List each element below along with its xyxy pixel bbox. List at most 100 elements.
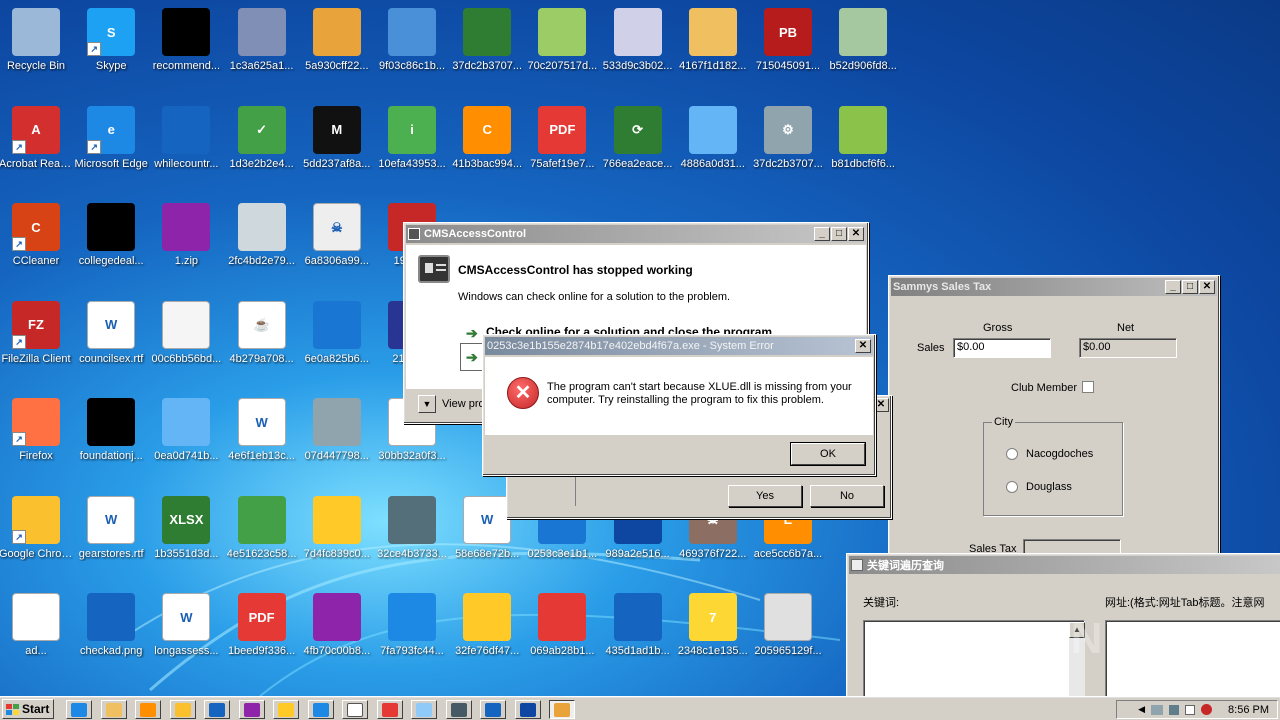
error-titlebar[interactable]: 0253c3e1b155e2874b17e402ebd4f67a.exe - S…	[485, 337, 873, 355]
taskbar-button[interactable]	[549, 700, 575, 719]
desktop-icon[interactable]: 4167f1d182...	[675, 2, 751, 94]
taskbar-button[interactable]	[514, 700, 541, 719]
tray-network-icon[interactable]	[1151, 704, 1164, 715]
desktop-icon[interactable]: e ↗ Microsoft Edge	[73, 100, 149, 192]
club-member-checkbox[interactable]	[1082, 381, 1094, 393]
desktop-icon[interactable]: 9f03c86c1b...	[374, 2, 450, 94]
taskbar-button[interactable]	[273, 700, 299, 719]
desktop-icon[interactable]: 069ab28b1...	[524, 587, 600, 679]
close-button[interactable]: ✕	[848, 227, 864, 241]
no-button[interactable]: No	[810, 485, 884, 507]
taskbar-button[interactable]	[66, 700, 92, 719]
desktop-icon[interactable]: ↗ Firefox	[0, 392, 74, 484]
desktop-icon[interactable]: 7d4fc839c0...	[299, 490, 375, 582]
taskbar-button[interactable]	[307, 700, 334, 719]
desktop-icon[interactable]: 6e0a825b6...	[299, 295, 375, 387]
maximize-button[interactable]: □	[1182, 280, 1198, 294]
desktop-icon[interactable]: b81dbcf6f6...	[825, 100, 901, 192]
desktop-icon[interactable]: 4e51623c58...	[224, 490, 300, 582]
desktop-icon[interactable]: FZ ↗ FileZilla Client	[0, 295, 74, 387]
desktop-icon[interactable]: 70c207517d...	[524, 2, 600, 94]
clock[interactable]: 8:56 PM	[1228, 704, 1269, 716]
desktop-icon[interactable]: 0ea0d741b...	[148, 392, 224, 484]
minimize-button[interactable]: _	[814, 227, 830, 241]
taskbar-button[interactable]	[411, 700, 437, 719]
desktop-icon[interactable]: Wlongassess...	[148, 587, 224, 679]
radio-douglass[interactable]	[1006, 481, 1018, 493]
desktop-icon[interactable]: i 10efa43953...	[374, 100, 450, 192]
cms-titlebar[interactable]: CMSAccessControl _ □ ✕	[406, 225, 866, 243]
desktop-icon[interactable]: b52d906fd8...	[825, 2, 901, 94]
sales-tax-titlebar[interactable]: Sammys Sales Tax _ □ ✕	[891, 278, 1217, 296]
taskbar-button[interactable]	[204, 700, 230, 719]
maximize-button[interactable]: □	[831, 227, 847, 241]
desktop-icon[interactable]: W 4e6f1eb13c...	[224, 392, 300, 484]
desktop-icon[interactable]: checkad.png	[73, 587, 149, 679]
desktop-icon[interactable]: 1c3a625a1...	[224, 2, 300, 94]
desktop-icon[interactable]: collegedeal...	[73, 197, 149, 289]
desktop-icon[interactable]: 7 2348c1e135...	[675, 587, 751, 679]
desktop-icon[interactable]: 00c6bb56bd...	[148, 295, 224, 387]
taskbar-button[interactable]	[238, 700, 265, 719]
yes-button[interactable]: Yes	[728, 485, 802, 507]
minimize-button[interactable]: _	[1165, 280, 1181, 294]
desktop-icon[interactable]: 4886a0d31...	[675, 100, 751, 192]
desktop-icon[interactable]: 5a930cff22...	[299, 2, 375, 94]
desktop-icon[interactable]: ↗ Google Chrome	[0, 490, 74, 582]
tray-volume-icon[interactable]	[1169, 704, 1180, 715]
taskbar-button[interactable]	[342, 700, 368, 719]
desktop-icon[interactable]: PDF 75afef19e7...	[524, 100, 600, 192]
desktop-icon[interactable]: PDF 1beed9f336...	[224, 587, 300, 679]
desktop-icon[interactable]: 533d9c3b02...	[600, 2, 676, 94]
desktop-icon[interactable]: 4fb70c00b8...	[299, 587, 375, 679]
tray-error-icon[interactable]	[1201, 704, 1213, 715]
desktop-icon[interactable]: 435d1ad1b...	[600, 587, 676, 679]
desktop-icon[interactable]: C 41b3bac994...	[449, 100, 525, 192]
radio-nacogdoches[interactable]	[1006, 448, 1018, 460]
desktop-icon[interactable]: ☠ 6a8306a99...	[299, 197, 375, 289]
taskbar-button[interactable]	[376, 700, 403, 719]
start-button[interactable]: Start	[2, 699, 54, 719]
package-icon	[312, 8, 361, 56]
close-button[interactable]: ✕	[1199, 280, 1215, 294]
view-problem-details[interactable]: View pro	[442, 398, 485, 410]
desktop-icon[interactable]: 1.zip	[148, 197, 224, 289]
desktop-icon[interactable]: ⚙ 37dc2b3707...	[750, 100, 826, 192]
expand-details-button[interactable]: ▼	[418, 395, 436, 413]
desktop-icon[interactable]: Wgearstores.rtf	[73, 490, 149, 582]
desktop-icon[interactable]: A↗ Acrobat Reader DC	[0, 100, 74, 192]
desktop-icon[interactable]: Wcouncilsex.rtf	[73, 295, 149, 387]
desktop-icon[interactable]: ⟳ 766ea2eace...	[600, 100, 676, 192]
desktop-icon[interactable]: C ↗ CCleaner	[0, 197, 74, 289]
desktop-icon[interactable]: PB 715045091...	[750, 2, 826, 94]
ok-button[interactable]: OK	[790, 442, 866, 466]
desktop-icon[interactable]: 205965129f...	[750, 587, 826, 679]
taskbar-button[interactable]	[100, 700, 127, 719]
desktop: Recycle Bin S ↗ Skype recommend... 1c3a625a1.…	[0, 0, 1280, 696]
taskbar-button[interactable]	[169, 700, 196, 719]
desktop-icon[interactable]: ☕ 4b279a708...	[224, 295, 300, 387]
taskbar-button[interactable]	[480, 700, 506, 719]
gross-input[interactable]: $0.00	[953, 338, 1051, 358]
desktop-icon[interactable]: 07d447798...	[299, 392, 375, 484]
tray-flag-icon[interactable]	[1185, 704, 1196, 715]
desktop-icon[interactable]: M 5dd237af8a...	[299, 100, 375, 192]
desktop-icon[interactable]: recommend...	[148, 2, 224, 94]
tray-arrow-icon[interactable]: ◀	[1138, 704, 1145, 715]
desktop-icon[interactable]: Recycle Bin	[0, 2, 74, 94]
desktop-icon[interactable]: foundationj...	[73, 392, 149, 484]
taskbar-button[interactable]	[135, 700, 161, 719]
desktop-icon[interactable]: 37dc2b3707...	[449, 2, 525, 94]
desktop-icon[interactable]: 32ce4b3733...	[374, 490, 450, 582]
desktop-icon[interactable]: S ↗ Skype	[73, 2, 149, 94]
desktop-icon[interactable]: 32fe76df47...	[449, 587, 525, 679]
keyword-titlebar[interactable]: 关键词遍历查询	[849, 556, 1280, 574]
desktop-icon[interactable]: 7fa793fc44...	[374, 587, 450, 679]
desktop-icon[interactable]: XLSX 1b3551d3d...	[148, 490, 224, 582]
desktop-icon[interactable]: whilecountr...	[148, 100, 224, 192]
taskbar-button[interactable]	[445, 700, 472, 719]
desktop-icon[interactable]: 2fc4bd2e79...	[224, 197, 300, 289]
desktop-icon[interactable]: ✓ 1d3e2b2e4...	[224, 100, 300, 192]
desktop-icon[interactable]: ad...	[0, 587, 74, 679]
close-button[interactable]: ✕	[855, 339, 871, 353]
